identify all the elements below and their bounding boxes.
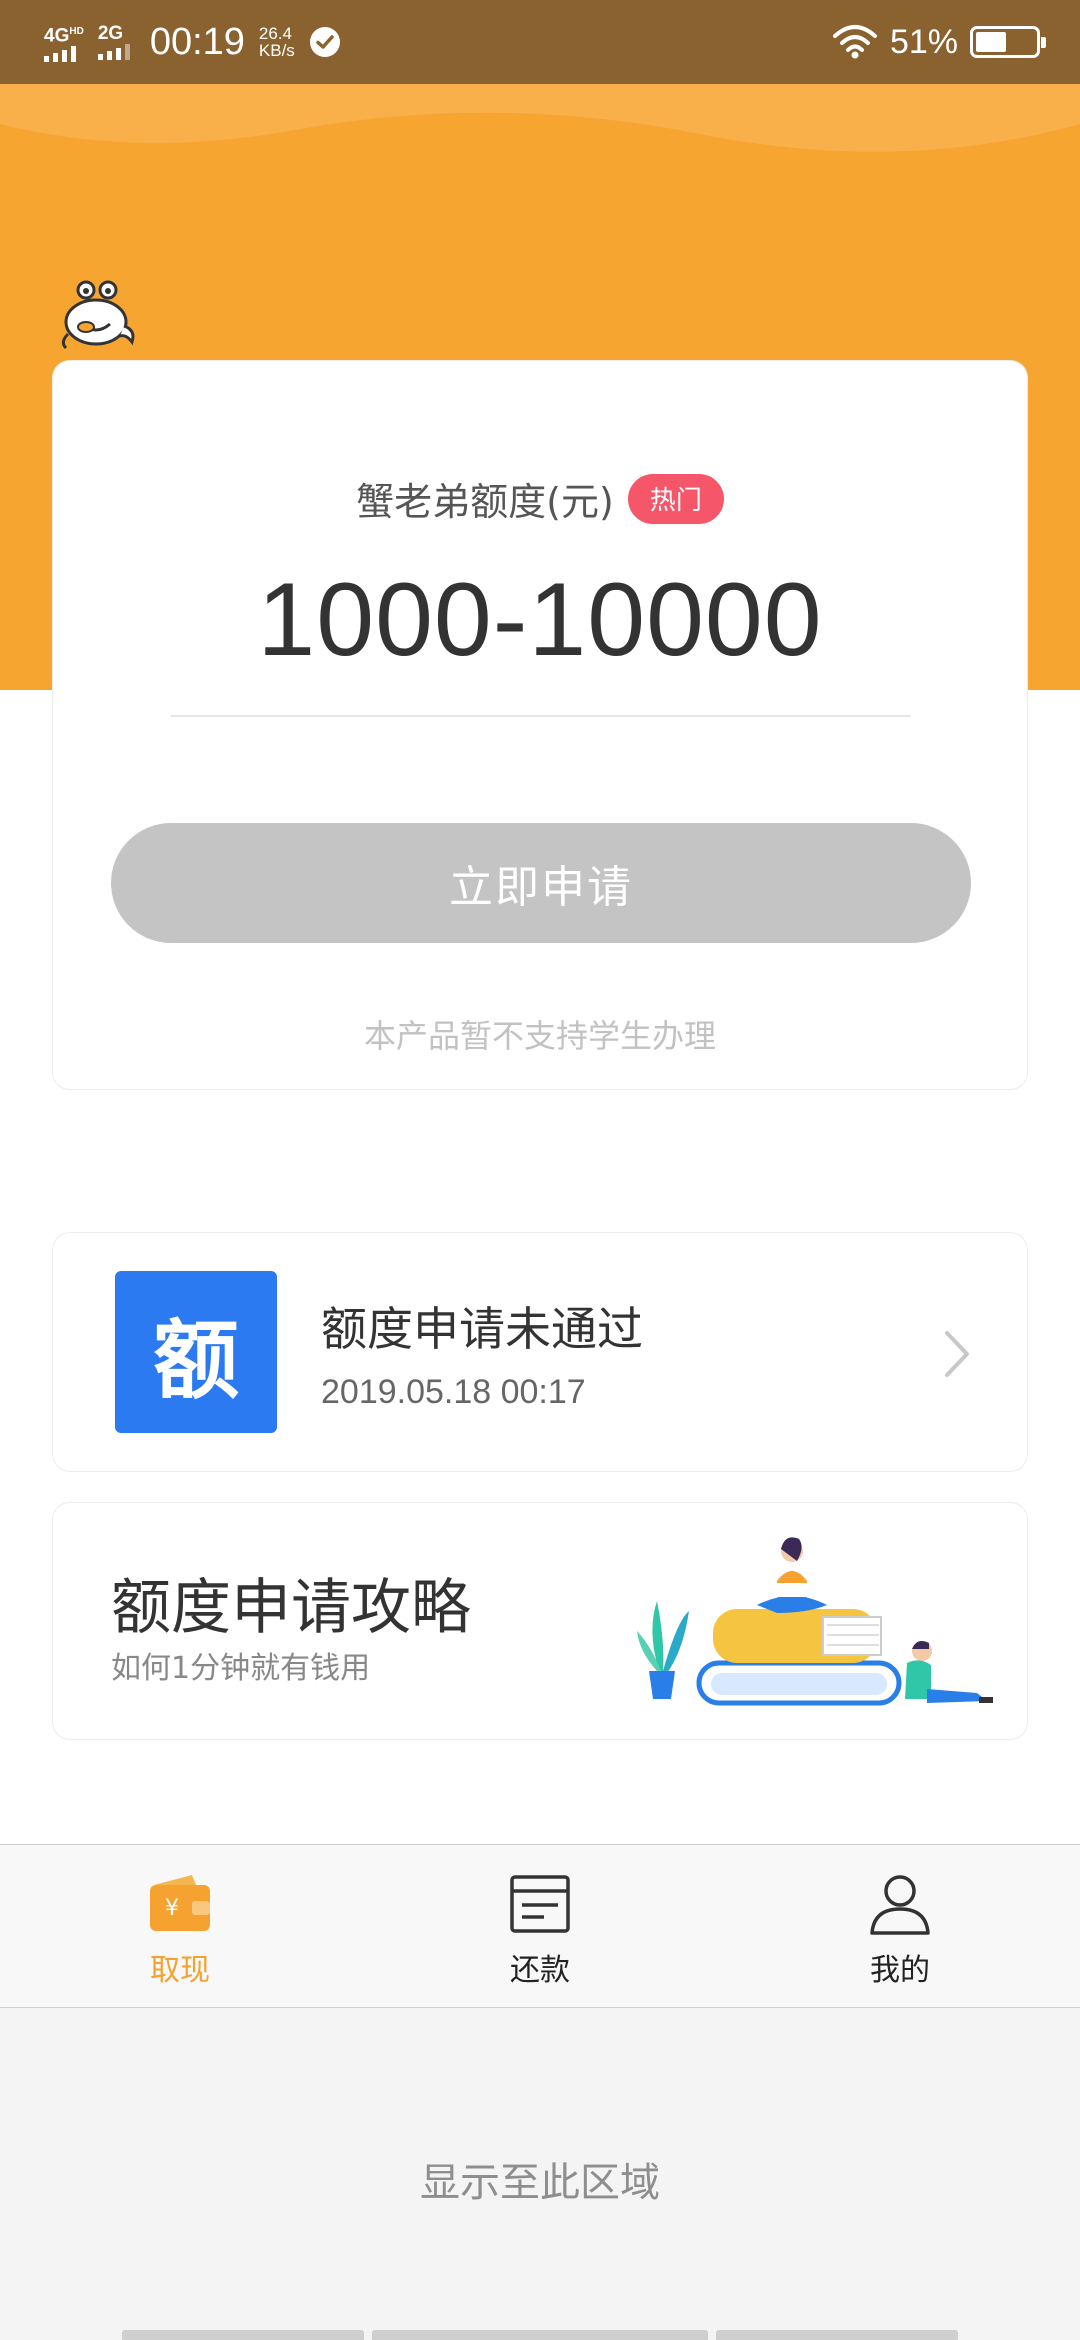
nav-label: 我的	[870, 1953, 930, 1988]
strategy-title: 额度申请攻略	[111, 1573, 471, 1643]
display-area-note: 显示至此区域	[420, 2160, 660, 2206]
apply-now-button[interactable]: 立即申请	[111, 823, 971, 943]
nav-withdraw[interactable]: ¥ 取现	[0, 1845, 360, 2007]
reading-illustration-icon	[637, 1537, 993, 1706]
hot-badge: 热门	[627, 473, 724, 524]
quota-card: 蟹老弟额度(元) 热门 1000-10000 立即申请 本产品暂不支持学生办理	[52, 360, 1028, 1090]
check-circle-icon	[309, 27, 340, 57]
status-time: 00:19	[149, 20, 245, 63]
bill-icon	[510, 1875, 570, 1933]
strategy-subtitle: 如何1分钟就有钱用	[111, 1651, 371, 1686]
student-notice: 本产品暂不支持学生办理	[363, 1017, 716, 1055]
nav-label: 取现	[150, 1953, 210, 1988]
nav-repayment[interactable]: 还款	[360, 1845, 720, 2007]
header-wave-decoration	[0, 84, 1080, 152]
svg-text:¥: ¥	[165, 1896, 179, 1921]
battery-percent: 51%	[889, 22, 958, 61]
network-speed: 26.4 KB/s	[258, 24, 295, 60]
nav-label: 还款	[510, 1953, 570, 1988]
person-icon	[870, 1875, 930, 1935]
quota-amount: 1000-10000	[257, 562, 823, 678]
signal-bars-icon	[44, 46, 76, 63]
strategy-banner[interactable]: 额度申请攻略 如何1分钟就有钱用	[52, 1502, 1028, 1740]
record-title: 额度申请未通过	[321, 1302, 643, 1356]
bottom-edge-decoration	[0, 2330, 1080, 2340]
signal-2g: 2G	[97, 24, 130, 60]
bottom-navigation: ¥ 取现 还款 我的	[0, 1844, 1080, 2008]
wifi-icon	[832, 25, 877, 59]
signal-bars-icon	[97, 44, 130, 60]
chevron-right-icon	[945, 1331, 969, 1377]
status-bar: 4GHD 2G 00:19 26.4 KB/s 51%	[0, 0, 1080, 84]
battery-icon	[970, 26, 1046, 58]
quota-icon: 额	[115, 1271, 277, 1433]
crab-logo-icon[interactable]	[56, 274, 140, 358]
divider	[171, 715, 911, 717]
nav-mine[interactable]: 我的	[720, 1845, 1080, 2007]
record-date: 2019.05.18 00:17	[321, 1373, 586, 1411]
signal-4g: 4GHD	[44, 22, 84, 63]
application-record-card[interactable]: 额 额度申请未通过 2019.05.18 00:17	[52, 1232, 1028, 1472]
quota-label: 蟹老弟额度(元)	[356, 480, 614, 524]
wallet-icon: ¥	[150, 1875, 210, 1931]
